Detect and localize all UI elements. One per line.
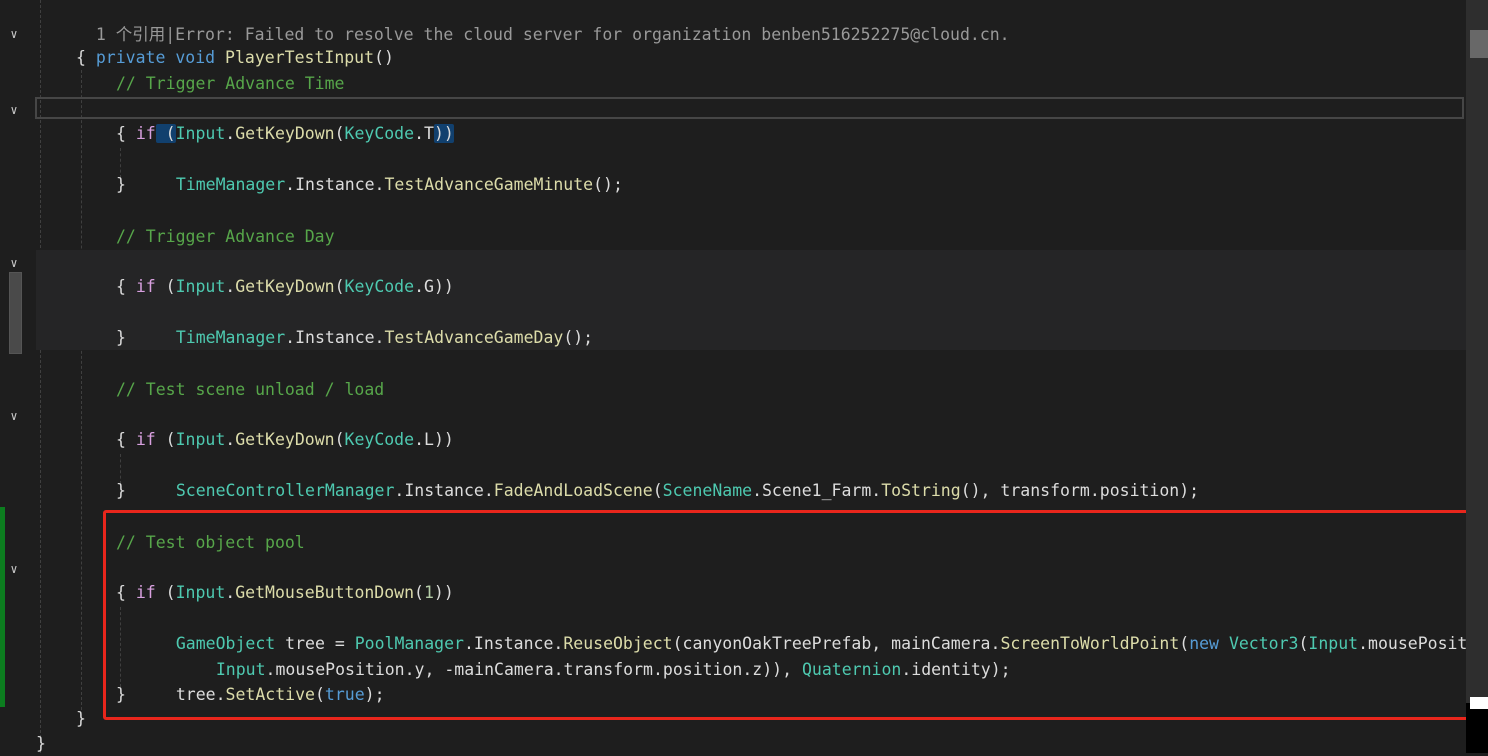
- collapse-icon[interactable]: ∨: [6, 255, 22, 271]
- comment-text: // Test scene unload / load: [116, 380, 385, 399]
- method-call: ToString: [881, 481, 961, 500]
- dot: .: [225, 430, 236, 449]
- keyword-if: if: [135, 430, 156, 449]
- comment-text: // Trigger Advance Day: [116, 227, 335, 246]
- code-line-brace[interactable]: }: [116, 325, 126, 350]
- type-scenecontrollermanager: SceneControllerManager: [175, 481, 395, 500]
- collapse-icon[interactable]: ∨: [6, 26, 22, 42]
- code-line-statement[interactable]: TimeManager.Instance.TestAdvanceGameMinu…: [156, 147, 623, 194]
- scrollbar-marker: [1470, 697, 1488, 709]
- code-line-brace[interactable]: {: [116, 427, 126, 452]
- keyword-void: void: [175, 48, 216, 67]
- type-timemanager: TimeManager: [175, 328, 286, 347]
- close-brace: }: [116, 328, 126, 347]
- paren: (: [334, 124, 345, 143]
- code-line-method-declaration[interactable]: private void PlayerTestInput(): [76, 20, 394, 67]
- dot: .: [225, 124, 236, 143]
- method-call: TestAdvanceGameMinute: [384, 175, 594, 194]
- code-line-comment[interactable]: // Trigger Advance Time: [116, 71, 344, 96]
- keyword-if: if: [135, 277, 156, 296]
- dot: .: [225, 277, 236, 296]
- close-brace: }: [36, 734, 46, 753]
- comment-text: // Trigger Advance Time: [116, 74, 345, 93]
- code-line-brace[interactable]: }: [36, 731, 46, 756]
- paren: (: [334, 277, 345, 296]
- method-call: GetKeyDown: [235, 124, 335, 143]
- scrollbar-thumb[interactable]: [1470, 30, 1488, 58]
- type-keycode: KeyCode: [344, 277, 415, 296]
- code-line-brace[interactable]: }: [116, 478, 126, 503]
- method-call: FadeAndLoadScene: [493, 481, 653, 500]
- code-line-brace[interactable]: {: [116, 121, 126, 146]
- method-call: GetKeyDown: [235, 430, 335, 449]
- paren: )): [433, 430, 454, 449]
- indent-guide: [81, 70, 82, 710]
- keyword-private: private: [95, 48, 166, 67]
- collapse-icon[interactable]: ∨: [6, 408, 22, 424]
- method-call: GetKeyDown: [235, 277, 335, 296]
- collapse-icon[interactable]: ∨: [6, 102, 22, 118]
- paren: (: [155, 430, 176, 449]
- paren: )): [433, 277, 454, 296]
- scroll-position-marker: [9, 272, 22, 354]
- paren: )): [433, 124, 454, 143]
- vertical-scrollbar[interactable]: [1466, 0, 1488, 753]
- member-access: .Scene1_Farm.: [752, 481, 882, 500]
- key-member: .T: [414, 124, 434, 143]
- method-params: (): [374, 48, 394, 67]
- paren: (: [155, 124, 176, 143]
- paren: (: [652, 481, 663, 500]
- code-line-brace[interactable]: }: [76, 706, 86, 731]
- paren: (: [155, 277, 176, 296]
- open-brace: {: [76, 48, 86, 67]
- key-member: .G: [414, 277, 434, 296]
- member-access: .Instance.: [285, 175, 385, 194]
- key-member: .L: [414, 430, 434, 449]
- code-line-statement[interactable]: SceneControllerManager.Instance.FadeAndL…: [156, 453, 1199, 500]
- code-line-comment[interactable]: // Trigger Advance Day: [116, 224, 335, 249]
- type-timemanager: TimeManager: [175, 175, 286, 194]
- annotation-highlight-box: [103, 510, 1471, 720]
- open-brace: {: [116, 430, 126, 449]
- close-brace: }: [116, 481, 126, 500]
- code-line-if[interactable]: if (Input.GetKeyDown(KeyCode.G)): [116, 249, 454, 296]
- statement-tail: (), transform.position);: [960, 481, 1200, 500]
- code-line-statement[interactable]: TimeManager.Instance.TestAdvanceGameDay(…: [156, 300, 593, 347]
- method-call: TestAdvanceGameDay: [384, 328, 564, 347]
- statement-tail: ();: [593, 175, 623, 194]
- member-access: .Instance.: [394, 481, 494, 500]
- code-line-brace[interactable]: }: [116, 172, 126, 197]
- close-brace: }: [76, 709, 86, 728]
- collapse-icon[interactable]: ∨: [6, 561, 22, 577]
- change-indicator-bar: [0, 507, 5, 707]
- code-line-if[interactable]: if (Input.GetKeyDown(KeyCode.T)): [116, 96, 454, 143]
- open-brace: {: [116, 124, 126, 143]
- type-keycode: KeyCode: [344, 430, 415, 449]
- code-line-if[interactable]: if (Input.GetKeyDown(KeyCode.L)): [116, 402, 454, 449]
- paren: (: [334, 430, 345, 449]
- scrollbar-corner: [1466, 703, 1488, 753]
- code-line-brace[interactable]: {: [116, 274, 126, 299]
- open-brace: {: [116, 277, 126, 296]
- keyword-if: if: [135, 124, 156, 143]
- code-line-brace[interactable]: {: [76, 45, 86, 70]
- type-input: Input: [175, 430, 226, 449]
- statement-tail: ();: [563, 328, 594, 347]
- type-keycode: KeyCode: [344, 124, 415, 143]
- code-line-comment[interactable]: // Test scene unload / load: [116, 377, 384, 402]
- method-name: PlayerTestInput: [225, 48, 375, 67]
- member-access: .Instance.: [285, 328, 385, 347]
- type-scenename: SceneName: [662, 481, 753, 500]
- codelens-references[interactable]: 1 个引用|Error: Failed to resolve the cloud…: [76, 0, 1010, 44]
- type-input: Input: [175, 277, 226, 296]
- close-brace: }: [116, 175, 126, 194]
- type-input: Input: [175, 124, 226, 143]
